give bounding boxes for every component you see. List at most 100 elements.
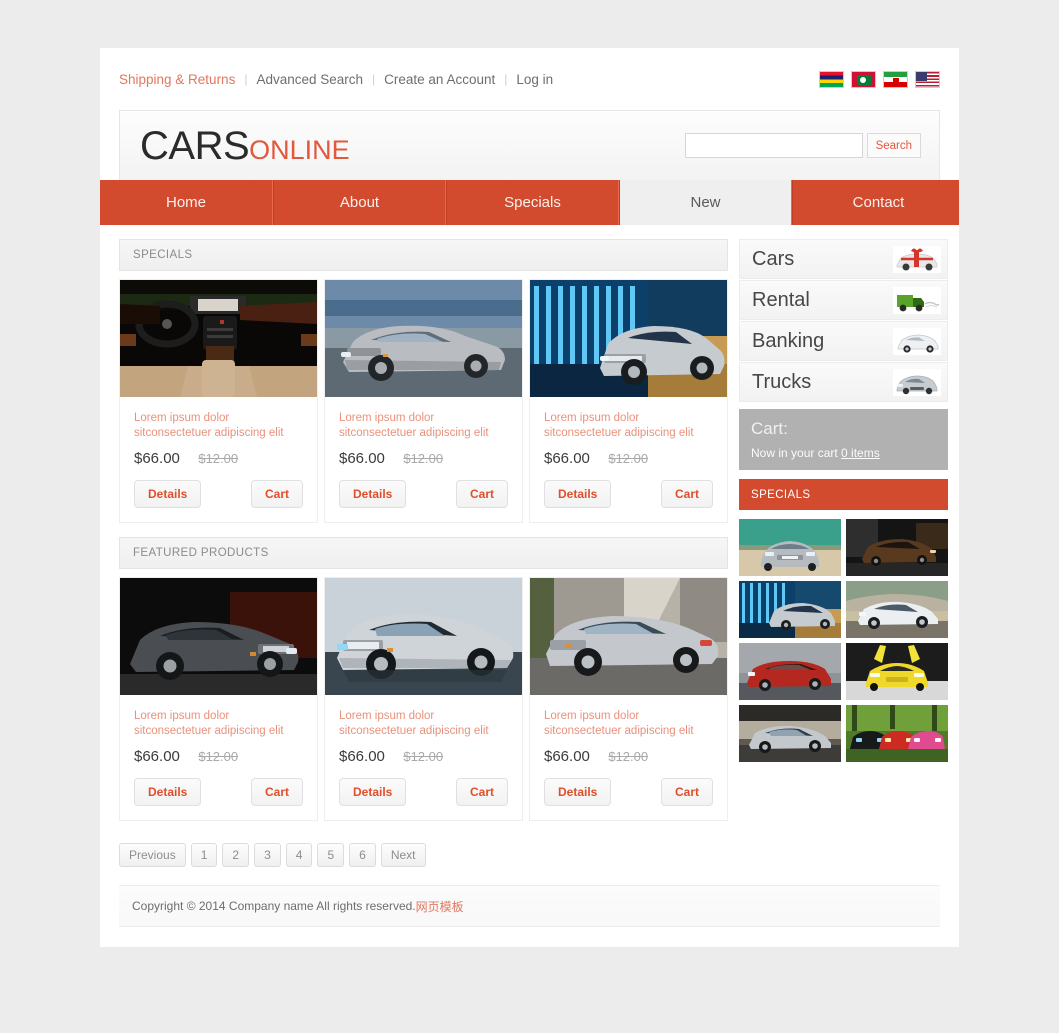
details-button[interactable]: Details <box>134 778 202 806</box>
product-card[interactable]: Lorem ipsum dolor sitconsectetuer adipis… <box>119 577 318 821</box>
details-button[interactable]: Details <box>339 778 407 806</box>
pagination-page-6[interactable]: 6 <box>349 843 376 867</box>
pagination-previous[interactable]: Previous <box>119 843 186 867</box>
cart-button[interactable]: Cart <box>455 778 508 806</box>
product-old-price: $12.00 <box>403 749 444 764</box>
nav-item-contact[interactable]: Contact <box>792 180 959 225</box>
details-button[interactable]: Details <box>544 778 612 806</box>
link-log-in[interactable]: Log in <box>507 72 562 87</box>
footer-copyright: Copyright © 2014 Company name All rights… <box>132 899 416 913</box>
pagination-page-2[interactable]: 2 <box>222 843 250 867</box>
pagination-page-3[interactable]: 3 <box>254 843 281 867</box>
product-old-price: $12.00 <box>198 749 239 764</box>
pagination-next[interactable]: Next <box>380 843 426 867</box>
sidebar-item-label: Banking <box>752 329 825 352</box>
red-wagon-photo[interactable] <box>739 643 841 700</box>
product-card[interactable]: Lorem ipsum dolor sitconsectetuer adipis… <box>529 279 728 523</box>
cart-button[interactable]: Cart <box>455 480 508 508</box>
search-button[interactable]: Search <box>866 133 921 158</box>
product-old-price: $12.00 <box>608 451 649 466</box>
main-column: SPECIALS Lorem ipsum dolor sitconsectetu… <box>119 239 728 821</box>
silver-sedan-motion-photo <box>325 280 522 397</box>
product-prices: $66.00 $12.00 <box>120 441 317 468</box>
sidebar-item-label: Trucks <box>752 370 812 393</box>
nav-item-new[interactable]: New <box>619 180 792 225</box>
details-button[interactable]: Details <box>134 480 202 508</box>
grey-sedan-front-photo[interactable] <box>739 519 841 576</box>
maldives-flag-icon[interactable] <box>851 70 876 88</box>
specials-product-row: Lorem ipsum dolor sitconsectetuer adipis… <box>119 279 728 523</box>
product-prices: $66.00 $12.00 <box>120 739 317 766</box>
product-actions: Details Cart <box>325 766 522 806</box>
pagination-page-5[interactable]: 5 <box>317 843 345 867</box>
white-coupe-icon <box>893 327 941 355</box>
product-prices: $66.00 $12.00 <box>325 739 522 766</box>
sidebar-item-trucks[interactable]: Trucks <box>739 362 948 402</box>
product-actions: Details Cart <box>120 766 317 806</box>
brown-sedan-night-photo[interactable] <box>846 519 948 576</box>
content-area: SPECIALS Lorem ipsum dolor sitconsectetu… <box>100 225 959 821</box>
site-logo[interactable]: CARSONLINE <box>140 126 350 166</box>
sidebar: Cars Rental Banking Trucks Cart: Now in … <box>739 239 948 821</box>
main-navigation: Home About Specials New Contact <box>100 180 959 225</box>
silver-sedan-garage-photo <box>530 578 727 695</box>
nav-item-about[interactable]: About <box>273 180 446 225</box>
sidebar-item-cars[interactable]: Cars <box>739 239 948 279</box>
pagination-page-4[interactable]: 4 <box>285 843 313 867</box>
product-card[interactable]: Lorem ipsum dolor sitconsectetuer adipis… <box>529 577 728 821</box>
utility-links: Shipping & Returns | Advanced Search | C… <box>119 72 562 87</box>
footer: Copyright © 2014 Company name All rights… <box>119 885 940 927</box>
car-interior-dashboard-photo <box>120 280 317 397</box>
pagination-page-1[interactable]: 1 <box>190 843 218 867</box>
red-ribbon-car-icon <box>893 245 941 273</box>
sidebar-item-label: Cars <box>752 247 795 270</box>
cart-button[interactable]: Cart <box>660 778 713 806</box>
sidebar-item-banking[interactable]: Banking <box>739 321 948 361</box>
link-create-account[interactable]: Create an Account <box>375 72 504 87</box>
product-prices: $66.00 $12.00 <box>530 739 727 766</box>
site-container: Shipping & Returns | Advanced Search | C… <box>100 48 959 947</box>
cart-button[interactable]: Cart <box>660 480 713 508</box>
specials-thumbnail-grid <box>739 519 948 762</box>
product-card[interactable]: Lorem ipsum dolor sitconsectetuer adipis… <box>324 577 523 821</box>
sidebar-item-label: Rental <box>752 288 810 311</box>
details-button[interactable]: Details <box>339 480 407 508</box>
product-actions: Details Cart <box>325 468 522 508</box>
three-colored-cars-photo[interactable] <box>846 705 948 762</box>
link-advanced-search[interactable]: Advanced Search <box>247 72 372 87</box>
product-description: Lorem ipsum dolor sitconsectetuer adipis… <box>339 412 489 439</box>
sidebar-item-rental[interactable]: Rental <box>739 280 948 320</box>
yellow-supercar-photo[interactable] <box>846 643 948 700</box>
product-price: $66.00 <box>134 748 180 765</box>
cart-button[interactable]: Cart <box>250 480 303 508</box>
link-shipping-returns[interactable]: Shipping & Returns <box>119 72 244 87</box>
search-input[interactable] <box>684 133 863 158</box>
details-button[interactable]: Details <box>544 480 612 508</box>
product-card[interactable]: Lorem ipsum dolor sitconsectetuer adipis… <box>119 279 318 523</box>
brand-bar: CARSONLINE Search <box>119 110 940 180</box>
nav-item-home[interactable]: Home <box>100 180 273 225</box>
footer-credit-link[interactable]: 网页模板 <box>416 898 464 915</box>
silver-coupe-photo[interactable] <box>739 705 841 762</box>
product-actions: Details Cart <box>120 468 317 508</box>
pagination: Previous 1 2 3 4 5 6 Next <box>119 843 959 867</box>
product-description: Lorem ipsum dolor sitconsectetuer adipis… <box>544 710 694 737</box>
featured-product-row: Lorem ipsum dolor sitconsectetuer adipis… <box>119 577 728 821</box>
white-coupe-tunnel-photo[interactable] <box>846 581 948 638</box>
cart-status-text: Now in your cart <box>751 446 838 460</box>
iran-flag-icon[interactable] <box>883 70 908 88</box>
usa-flag-icon[interactable] <box>915 70 940 88</box>
dark-grey-sedan-photo <box>120 578 317 695</box>
green-truck-icon <box>893 286 941 314</box>
product-price: $66.00 <box>339 748 385 765</box>
section-header-specials: SPECIALS <box>119 239 728 271</box>
silver-sedan-blue-photo[interactable] <box>739 581 841 638</box>
product-actions: Details Cart <box>530 766 727 806</box>
mauritius-flag-icon[interactable] <box>819 70 844 88</box>
sidebar-header-specials: SPECIALS <box>739 479 948 510</box>
cart-button[interactable]: Cart <box>250 778 303 806</box>
cart-box[interactable]: Cart: Now in your cart 0 items <box>739 409 948 470</box>
cart-item-count[interactable]: 0 items <box>841 446 880 460</box>
nav-item-specials[interactable]: Specials <box>446 180 619 225</box>
product-card[interactable]: Lorem ipsum dolor sitconsectetuer adipis… <box>324 279 523 523</box>
